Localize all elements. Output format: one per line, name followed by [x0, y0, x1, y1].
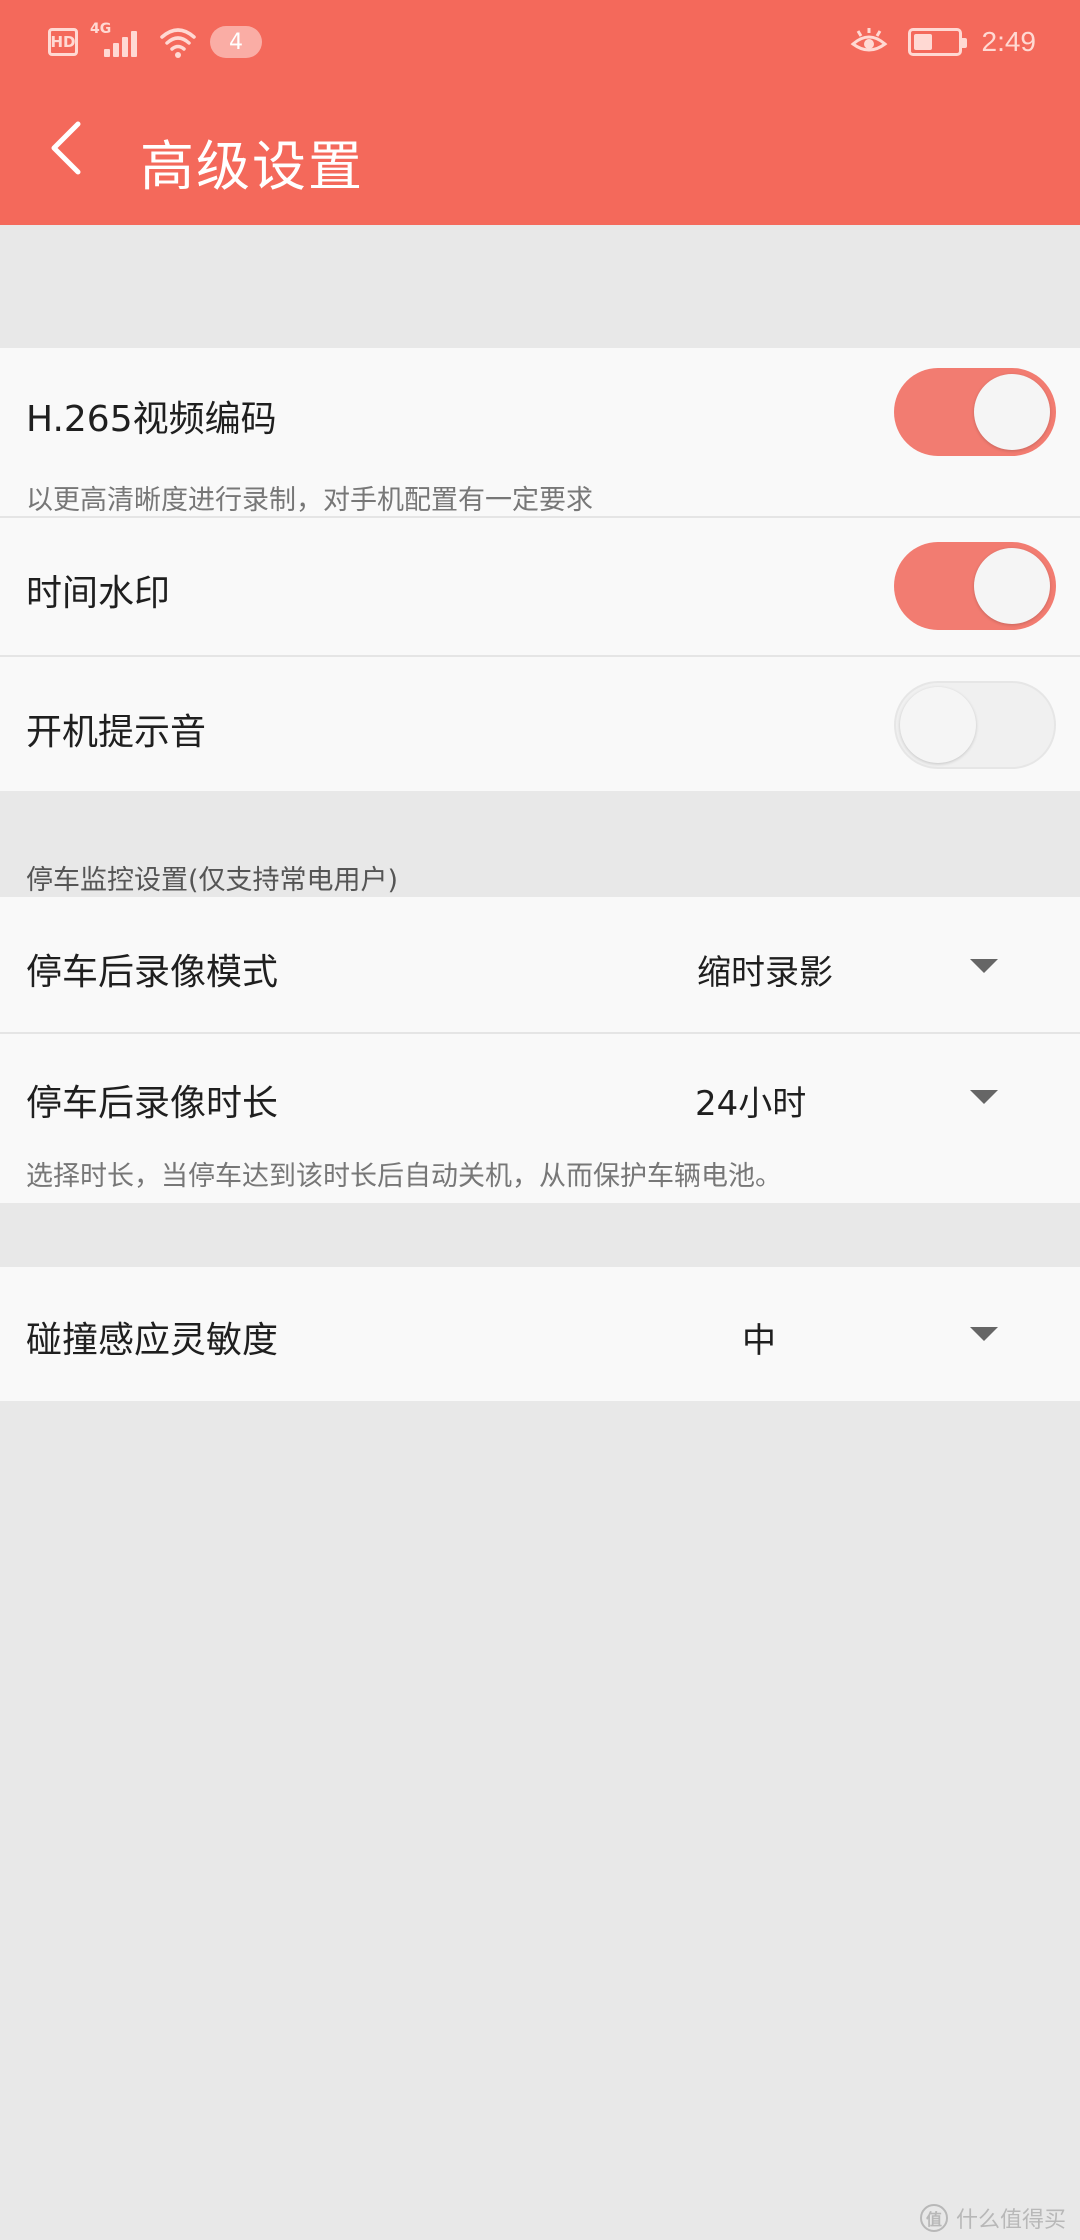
- signal-icon: 4G: [90, 21, 146, 59]
- chevron-left-icon: [51, 121, 81, 175]
- status-left: HD 4G 4: [48, 21, 262, 62]
- toggle-knob: [974, 374, 1050, 450]
- time-watermark-toggle[interactable]: [894, 542, 1056, 630]
- notification-count-badge: 4: [210, 26, 262, 58]
- setting-row-parking-mode[interactable]: 停车后录像模式 缩时录影: [0, 897, 1080, 1032]
- collision-sensitivity-value[interactable]: 中: [742, 1313, 776, 1362]
- watermark-logo-icon: 值: [919, 2204, 948, 2232]
- status-bar: HD 4G 4 2:49: [0, 0, 1080, 84]
- setting-row-time-watermark[interactable]: 时间水印: [0, 518, 1080, 655]
- screen: HD 4G 4 2:49 高级设置 H.265视频编码 以更高清晰度进行录制，对…: [0, 0, 1080, 2240]
- network-type-label: 4G: [90, 21, 112, 37]
- setting-label: 开机提示音: [26, 712, 207, 753]
- h265-toggle[interactable]: [894, 368, 1056, 456]
- setting-description: 以更高清晰度进行录制，对手机配置有一定要求: [26, 485, 593, 516]
- chevron-down-icon[interactable]: [970, 1090, 998, 1104]
- watermark-text: 什么值得买: [955, 2208, 1066, 2233]
- setting-row-collision-sensitivity[interactable]: 碰撞感应灵敏度 中: [0, 1267, 1080, 1401]
- hd-icon: HD: [48, 28, 78, 56]
- general-settings-section: H.265视频编码 以更高清晰度进行录制，对手机配置有一定要求 时间水印 开机提…: [0, 348, 1080, 791]
- app-bar: 高级设置: [0, 84, 1080, 225]
- boot-sound-toggle[interactable]: [894, 681, 1056, 769]
- back-button[interactable]: [32, 114, 100, 182]
- wifi-icon: [160, 28, 196, 58]
- setting-label: 碰撞感应灵敏度: [26, 1320, 279, 1361]
- chevron-down-icon[interactable]: [970, 959, 998, 973]
- setting-label: 停车后录像时长: [26, 1083, 279, 1124]
- setting-row-h265[interactable]: H.265视频编码 以更高清晰度进行录制，对手机配置有一定要求: [0, 348, 1080, 516]
- collision-settings-section: 碰撞感应灵敏度 中: [0, 1267, 1080, 1401]
- parking-section-header: 停车监控设置(仅支持常电用户): [26, 865, 399, 896]
- chevron-down-icon[interactable]: [970, 1327, 998, 1341]
- parking-mode-value[interactable]: 缩时录影: [697, 945, 833, 994]
- parking-duration-value[interactable]: 24小时: [695, 1076, 806, 1125]
- setting-label: 停车后录像模式: [26, 952, 279, 993]
- toggle-knob: [974, 548, 1050, 624]
- top-bar: HD 4G 4 2:49 高级设置: [0, 0, 1080, 225]
- page-title: 高级设置: [140, 135, 364, 198]
- status-right: 2:49: [850, 22, 1037, 62]
- setting-row-parking-duration[interactable]: 停车后录像时长 24小时 选择时长，当停车达到该时长后自动关机，从而保护车辆电池…: [0, 1034, 1080, 1203]
- site-watermark: 值 什么值得买: [919, 2202, 1066, 2234]
- parking-settings-section: 停车后录像模式 缩时录影 停车后录像时长 24小时 选择时长，当停车达到该时长后…: [0, 897, 1080, 1203]
- status-time: 2:49: [981, 26, 1037, 57]
- battery-icon: [907, 28, 967, 56]
- setting-label: H.265视频编码: [26, 399, 277, 440]
- toggle-knob: [900, 687, 976, 763]
- setting-row-boot-sound[interactable]: 开机提示音: [0, 657, 1080, 791]
- setting-description: 选择时长，当停车达到该时长后自动关机，从而保护车辆电池。: [26, 1161, 782, 1192]
- setting-label: 时间水印: [26, 573, 171, 614]
- eye-care-icon: [850, 28, 887, 52]
